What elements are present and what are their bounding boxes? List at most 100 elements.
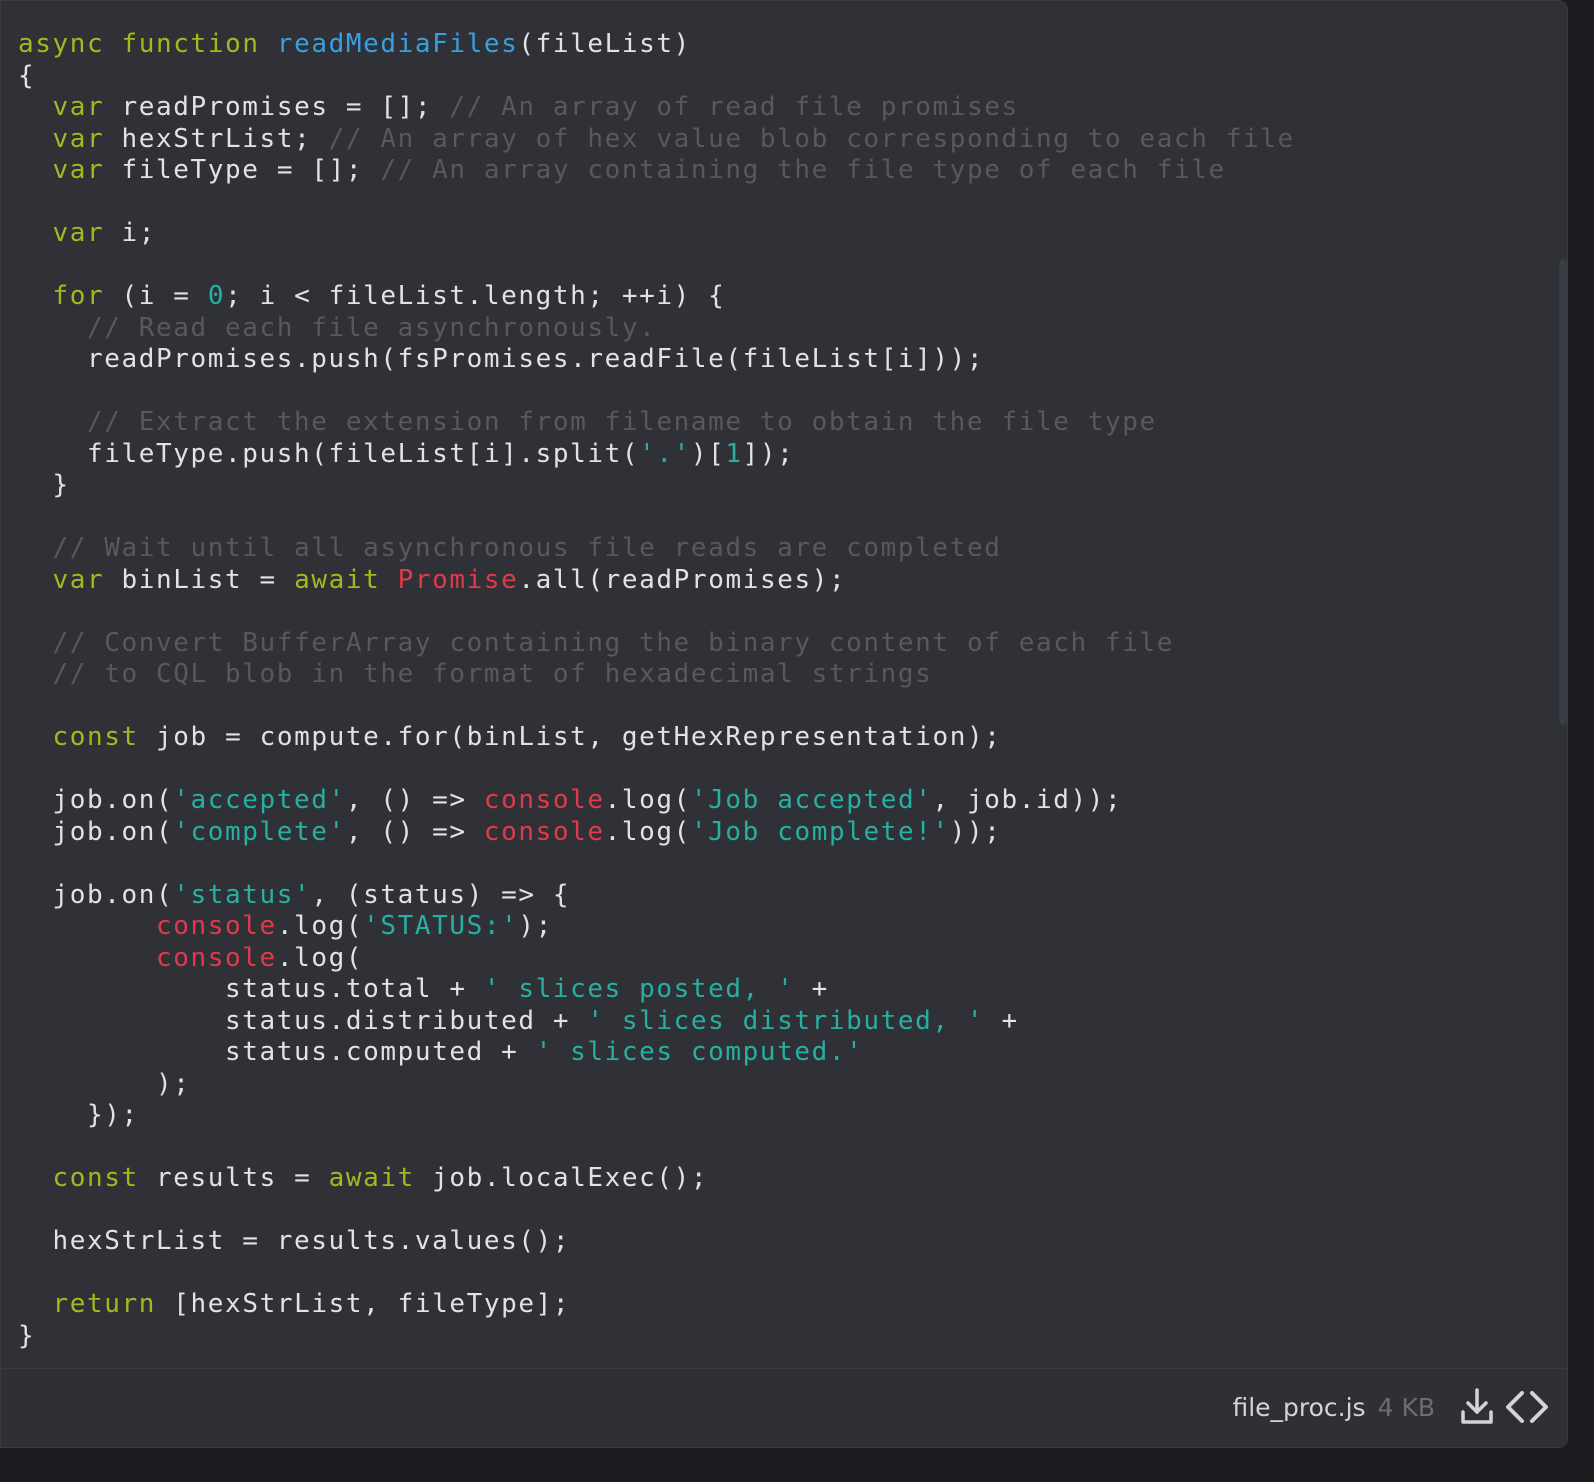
code-token: .log( (604, 785, 691, 815)
code-line: job.on('accepted', () => console.log('Jo… (18, 785, 1295, 817)
code-token: const (52, 1163, 139, 1193)
code-line: }); (18, 1100, 1295, 1132)
code-token: var (52, 123, 105, 154)
code-token: readMediaFiles (276, 29, 519, 59)
code-line: status.distributed + ' slices distribute… (18, 1006, 1295, 1038)
code-line: } (18, 1321, 1295, 1353)
code-token: status.distributed + (18, 1005, 588, 1036)
code-line: ); (18, 1069, 1295, 1101)
code-token: // Convert BufferArray containing the bi… (52, 627, 1174, 658)
code-snippet-window: async function readMediaFiles(fileList){… (0, 0, 1568, 1448)
code-token: // An array of read file promises (449, 92, 1019, 122)
code-token: console (156, 911, 277, 941)
code-token: hexStrList; (104, 123, 329, 154)
code-token: + (794, 974, 829, 1004)
code-token: readPromises.push(fsPromises.readFile(fi… (18, 344, 985, 374)
code-token: Promise (397, 564, 519, 595)
code-token: job.on( (18, 879, 174, 910)
code-token: )); (949, 816, 1002, 847)
code-token: var (52, 218, 105, 248)
code-token: 'complete' (173, 816, 346, 847)
code-line: hexStrList = results.values(); (18, 1226, 1295, 1258)
code-token: ); (518, 911, 553, 941)
code-line: } (18, 470, 1295, 502)
code-token: i; (104, 218, 157, 248)
code-token: var (52, 155, 105, 185)
code-token: ' slices distributed, ' (587, 1005, 985, 1036)
code-token: // An array containing the file type of … (380, 155, 1226, 185)
code-token: 'status' (173, 879, 312, 910)
code-token: // Extract the extension from filename t… (87, 407, 1157, 437)
code-line: const job = compute.for(binList, getHexR… (18, 722, 1295, 754)
code-token: .log( (276, 911, 364, 941)
code-token: 'Job accepted' (690, 785, 933, 815)
code-token: , () => (345, 785, 484, 815)
code-token: await (294, 564, 381, 595)
code-token: job.localExec(); (414, 1163, 709, 1193)
code-token: binList = (104, 564, 295, 595)
code-token: .log( (604, 816, 691, 847)
file-name[interactable]: file_proc.js (1232, 1393, 1365, 1422)
code-line: const results = await job.localExec(); (18, 1163, 1295, 1195)
code-line: var i; (18, 218, 1295, 250)
code-line: console.log('STATUS:'); (18, 911, 1295, 943)
code-line: // to CQL blob in the format of hexadeci… (18, 659, 1295, 691)
code-token: fileType = []; (104, 155, 381, 185)
code-token: + (984, 1005, 1019, 1036)
code-line: var fileType = []; // An array containin… (18, 155, 1295, 187)
code-token: const (52, 722, 139, 752)
code-line: // Extract the extension from filename t… (18, 407, 1295, 439)
code-token: // to CQL blob in the format of hexadeci… (52, 659, 933, 689)
code-token: var (52, 92, 105, 122)
vertical-scrollbar[interactable] (1559, 259, 1567, 725)
code-line: status.total + ' slices posted, ' + (18, 974, 1295, 1006)
code-embed-icon[interactable] (1503, 1387, 1551, 1427)
code-token: .all(readPromises); (518, 564, 847, 595)
snippet-footer: file_proc.js 4 KB (1, 1368, 1567, 1447)
code-token: var (52, 564, 105, 595)
code-token: 1 (725, 438, 743, 469)
code-line: job.on('complete', () => console.log('Jo… (18, 817, 1295, 849)
code-token: return (52, 1289, 157, 1319)
code-token: function (121, 29, 260, 59)
code-line: for (i = 0; i < fileList.length; ++i) { (18, 281, 1295, 313)
code-token: }); (18, 1100, 139, 1130)
code-token: // Read each file asynchronously. (87, 312, 657, 343)
code-token: readPromises = []; (104, 92, 450, 122)
code-line: var hexStrList; // An array of hex value… (18, 124, 1295, 156)
code-token: await (328, 1163, 415, 1193)
code-token: )[ (690, 438, 726, 469)
download-icon[interactable] (1457, 1387, 1497, 1427)
code-token: 'accepted' (173, 785, 346, 815)
code-token: , job.id)); (932, 785, 1123, 815)
code-token: results = (138, 1163, 329, 1193)
code-line: readPromises.push(fsPromises.readFile(fi… (18, 344, 1295, 376)
code-block[interactable]: async function readMediaFiles(fileList){… (18, 29, 1295, 1352)
code-line: async function readMediaFiles(fileList) (18, 29, 1295, 61)
code-token: '.' (639, 438, 691, 469)
code-line: job.on('status', (status) => { (18, 880, 1295, 912)
code-line: // Wait until all asynchronous file read… (18, 533, 1295, 565)
code-token: status.total + (18, 974, 484, 1004)
code-token: fileType.push(fileList[i].split( (18, 438, 640, 469)
